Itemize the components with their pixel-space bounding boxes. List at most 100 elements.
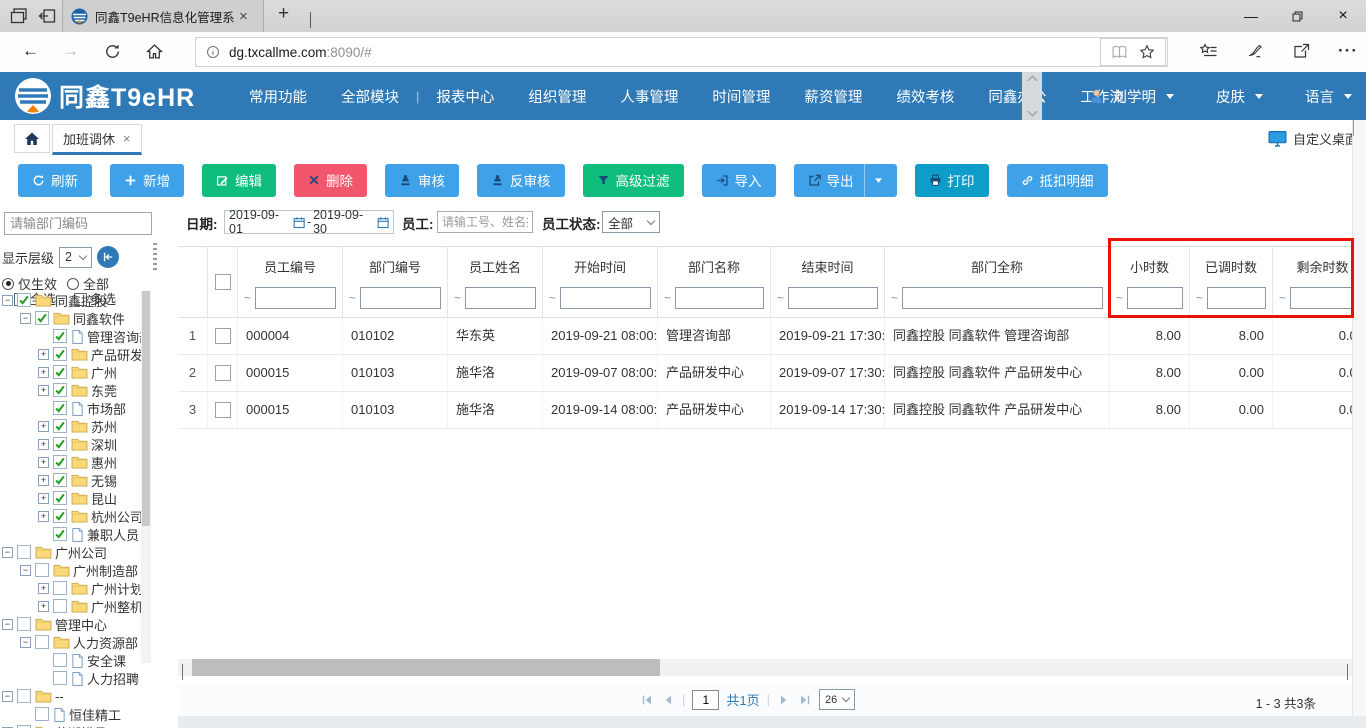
select-all-rows-checkbox[interactable]	[215, 274, 231, 290]
tree-node-17[interactable]: +广州整机	[0, 597, 141, 615]
refresh-page-icon[interactable]	[104, 43, 121, 60]
tree-node-13[interactable]: 兼职人员	[0, 525, 141, 543]
tree-checkbox[interactable]	[35, 707, 49, 721]
tree-checkbox[interactable]	[53, 383, 67, 397]
tab-preview-icon[interactable]	[10, 7, 30, 25]
print-button[interactable]: 打印	[915, 164, 989, 197]
date-from-value[interactable]: 2019-09-01	[229, 208, 290, 236]
employee-search-input[interactable]	[437, 211, 533, 233]
collapse-node-icon[interactable]: −	[20, 565, 31, 576]
nav-item-1[interactable]: 常用功能	[232, 86, 324, 107]
expand-node-icon[interactable]: +	[38, 493, 49, 504]
column-filter-input[interactable]	[902, 287, 1103, 309]
set-tabs-aside-icon[interactable]	[38, 7, 58, 25]
advanced-filter-button[interactable]: 高级过滤	[583, 164, 684, 197]
radio-all[interactable]	[67, 278, 79, 290]
scrollbar-thumb[interactable]	[192, 659, 660, 676]
tree-checkbox[interactable]	[35, 311, 49, 325]
export-dropdown-caret[interactable]	[864, 164, 883, 197]
nav-item-7[interactable]: 薪资管理	[787, 86, 879, 107]
collapse-node-icon[interactable]: −	[2, 691, 13, 702]
home-tab[interactable]	[14, 124, 50, 153]
tree-checkbox[interactable]	[17, 617, 31, 631]
custom-desktop-link[interactable]: 自定义桌面	[1268, 129, 1358, 148]
info-icon[interactable]	[206, 45, 220, 59]
window-restore-button[interactable]	[1274, 0, 1320, 32]
tree-node-20[interactable]: 安全课	[0, 651, 141, 669]
row-checkbox[interactable]	[215, 365, 231, 381]
tree-node-1[interactable]: −同鑫软件	[0, 309, 141, 327]
employee-status-select[interactable]: 全部	[602, 211, 660, 233]
expand-node-icon[interactable]: +	[38, 601, 49, 612]
tree-checkbox[interactable]	[53, 419, 67, 433]
language-menu[interactable]: 语言	[1305, 86, 1334, 107]
tree-checkbox[interactable]	[53, 671, 67, 685]
prev-page-icon[interactable]	[661, 693, 675, 707]
window-minimize-button[interactable]: —	[1228, 0, 1274, 32]
tree-checkbox[interactable]	[35, 563, 49, 577]
favorites-list-icon[interactable]	[1200, 43, 1217, 60]
audit-button[interactable]: 审核	[385, 164, 459, 197]
tree-node-2[interactable]: 管理咨询部	[0, 327, 141, 345]
tab-close-icon[interactable]: ×	[239, 9, 248, 24]
expand-node-icon[interactable]: +	[38, 583, 49, 594]
collapse-node-icon[interactable]: −	[2, 619, 13, 630]
next-page-icon[interactable]	[777, 693, 791, 707]
column-filter-input[interactable]	[675, 287, 764, 309]
sidebar-scrollbar[interactable]	[141, 291, 151, 663]
radio-effective-only[interactable]	[2, 278, 14, 290]
more-options-icon[interactable]: ···	[1338, 41, 1358, 61]
date-range-field[interactable]: 2019-09-01 - 2019-09-30	[224, 210, 394, 234]
tree-checkbox[interactable]	[53, 473, 67, 487]
export-button[interactable]: 导出	[794, 164, 897, 197]
page-number-input[interactable]	[692, 690, 719, 710]
delete-button[interactable]: 删除	[294, 164, 367, 197]
tree-checkbox[interactable]	[53, 653, 67, 667]
expand-node-icon[interactable]: +	[38, 475, 49, 486]
column-filter-input[interactable]	[360, 287, 441, 309]
scroll-right-icon[interactable]	[1347, 664, 1348, 679]
forward-icon[interactable]: →	[62, 41, 79, 61]
home-icon[interactable]	[146, 43, 163, 60]
nav-item-3[interactable]: 报表中心	[419, 86, 511, 107]
annotate-pen-icon[interactable]	[1247, 43, 1264, 60]
tree-node-12[interactable]: +杭州公司	[0, 507, 141, 525]
tree-checkbox[interactable]	[53, 527, 67, 541]
tree-node-7[interactable]: +苏州	[0, 417, 141, 435]
row-checkbox[interactable]	[215, 402, 231, 418]
tree-checkbox[interactable]	[53, 509, 67, 523]
column-filter-input[interactable]	[255, 287, 336, 309]
collapse-tree-button[interactable]	[97, 246, 119, 268]
tree-checkbox[interactable]	[17, 545, 31, 559]
tree-checkbox[interactable]	[17, 293, 31, 307]
column-filter-input[interactable]	[465, 287, 536, 309]
collapse-node-icon[interactable]: −	[20, 313, 31, 324]
nav-item-9[interactable]: 同鑫办公	[971, 86, 1063, 107]
tree-node-5[interactable]: +东莞	[0, 381, 141, 399]
tab-list-chevron-icon[interactable]	[310, 12, 311, 27]
share-icon[interactable]	[1293, 43, 1310, 60]
tree-node-19[interactable]: −人力资源部	[0, 633, 141, 651]
unaudit-button[interactable]: 反审核	[477, 164, 565, 197]
tree-node-0[interactable]: −同鑫控股	[0, 291, 141, 309]
expand-node-icon[interactable]: +	[38, 439, 49, 450]
tree-node-8[interactable]: +深圳	[0, 435, 141, 453]
tree-node-4[interactable]: +广州	[0, 363, 141, 381]
row-checkbox[interactable]	[215, 328, 231, 344]
tree-checkbox[interactable]	[53, 491, 67, 505]
collapse-node-icon[interactable]: −	[20, 637, 31, 648]
first-page-icon[interactable]	[640, 693, 654, 707]
tree-checkbox[interactable]	[17, 689, 31, 703]
column-filter-input[interactable]	[560, 287, 651, 309]
tab-close-icon[interactable]: ×	[123, 131, 131, 146]
nav-item-4[interactable]: 组织管理	[511, 86, 603, 107]
edit-button[interactable]: 编辑	[202, 164, 276, 197]
expand-node-icon[interactable]: +	[38, 421, 49, 432]
tree-checkbox[interactable]	[53, 365, 67, 379]
reading-view-icon[interactable]	[1111, 44, 1128, 61]
tree-node-21[interactable]: 人力招聘	[0, 669, 141, 687]
back-icon[interactable]: ←	[22, 41, 39, 61]
column-filter-input[interactable]	[1290, 287, 1352, 309]
tree-checkbox[interactable]	[53, 347, 67, 361]
browser-tab[interactable]: 同鑫T9eHR信息化管理系统 ×	[62, 0, 264, 32]
